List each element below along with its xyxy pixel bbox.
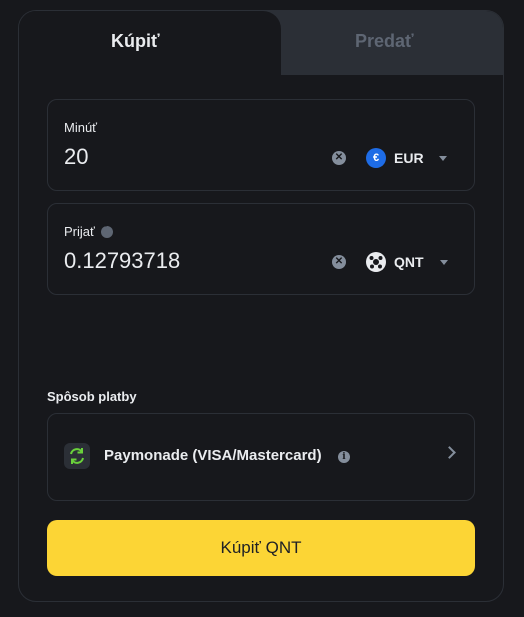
spend-currency[interactable]: EUR xyxy=(394,150,424,166)
payment-method-title: Spôsob platby xyxy=(47,389,137,404)
tab-sell[interactable]: Predať xyxy=(355,31,414,52)
clear-spend-icon[interactable]: ✕ xyxy=(332,151,346,165)
receive-label-wrap: Prijať xyxy=(64,223,113,239)
payment-method-name: Paymonade (VISA/Mastercard) xyxy=(104,447,322,464)
spend-amount-input[interactable]: 20 xyxy=(64,144,88,170)
receive-label: Prijať xyxy=(64,224,95,239)
payment-method-selector[interactable]: Paymonade (VISA/Mastercard) i xyxy=(47,413,475,501)
refresh-icon xyxy=(64,443,90,469)
trade-card: Kúpiť Predať Minúť 20 ✕ € EUR Prijať 0.1… xyxy=(18,10,504,602)
tab-buy[interactable]: Kúpiť xyxy=(111,31,160,52)
qnt-coin-icon xyxy=(366,252,386,272)
more-info-icon[interactable] xyxy=(100,223,113,238)
spend-currency-chevron-down-icon[interactable] xyxy=(439,156,447,161)
receive-amount-input[interactable]: 0.12793718 xyxy=(64,248,180,274)
receive-currency[interactable]: QNT xyxy=(394,254,424,270)
spend-label: Minúť xyxy=(64,120,98,135)
receive-currency-chevron-down-icon[interactable] xyxy=(440,260,448,265)
buy-button[interactable]: Kúpiť QNT xyxy=(47,520,475,576)
euro-coin-icon: € xyxy=(366,148,386,168)
spend-box[interactable]: Minúť 20 ✕ € EUR xyxy=(47,99,475,191)
chevron-right-icon[interactable] xyxy=(443,446,456,459)
tab-bar: Kúpiť Predať xyxy=(19,11,503,75)
info-icon[interactable]: i xyxy=(338,451,350,463)
clear-receive-icon[interactable]: ✕ xyxy=(332,255,346,269)
receive-box[interactable]: Prijať 0.12793718 ✕ QNT xyxy=(47,203,475,295)
